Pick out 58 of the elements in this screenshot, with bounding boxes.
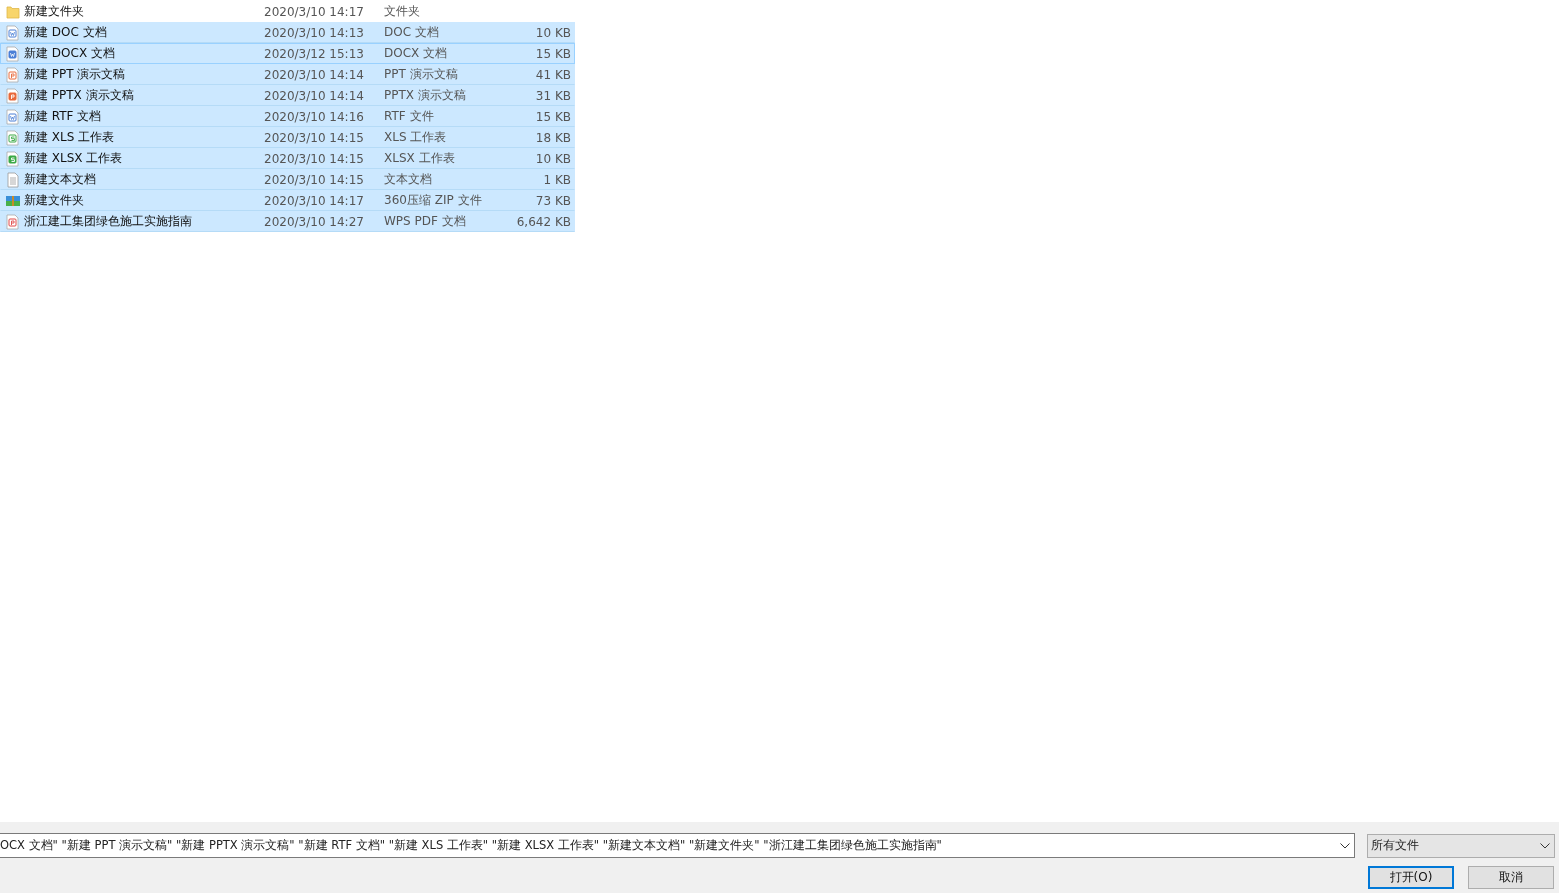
file-date: 2020/3/10 14:14 <box>264 88 365 103</box>
file-row[interactable]: 新建文件夹 2020/3/10 14:17 360压缩 ZIP 文件 73 KB <box>0 190 575 211</box>
file-date: 2020/3/10 14:17 <box>264 193 365 208</box>
file-row[interactable]: 新建 PPT 演示文稿 2020/3/10 14:14 PPT 演示文稿 41 KB <box>0 64 575 85</box>
file-row[interactable]: 新建 DOC 文档 2020/3/10 14:13 DOC 文档 10 KB <box>0 22 575 43</box>
file-row[interactable]: 新建 XLSX 工作表 2020/3/10 14:15 XLSX 工作表 10 KB <box>0 148 575 169</box>
file-row[interactable]: 新建 XLS 工作表 2020/3/10 14:15 XLS 工作表 18 KB <box>0 127 575 148</box>
file-name: 新建 XLSX 工作表 <box>24 150 124 167</box>
file-size: 1 KB <box>543 172 571 187</box>
file-type: DOC 文档 <box>384 24 440 41</box>
file-row[interactable]: 新建 RTF 文档 2020/3/10 14:16 RTF 文件 15 KB <box>0 106 575 127</box>
file-date: 2020/3/10 14:13 <box>264 25 365 40</box>
file-size: 15 KB <box>535 46 571 61</box>
file-type: 文本文档 <box>384 171 433 188</box>
file-name: 新建 PPTX 演示文稿 <box>24 87 135 104</box>
file-date: 2020/3/10 14:15 <box>264 151 365 166</box>
file-type: DOCX 文档 <box>384 45 449 62</box>
file-size: 41 KB <box>535 67 571 82</box>
file-type: RTF 文件 <box>384 108 435 125</box>
file-size: 18 KB <box>535 130 571 145</box>
file-size: 31 KB <box>535 88 571 103</box>
file-date: 2020/3/10 14:15 <box>264 130 365 145</box>
file-type: WPS PDF 文档 <box>384 213 467 230</box>
file-name: 新建 RTF 文档 <box>24 108 103 125</box>
file-size: 10 KB <box>535 151 571 166</box>
file-type: XLSX 工作表 <box>384 150 456 167</box>
file-date: 2020/3/10 14:15 <box>264 172 365 187</box>
file-date: 2020/3/10 14:27 <box>264 214 365 229</box>
file-name: 新建 DOC 文档 <box>24 24 108 41</box>
file-size: 15 KB <box>535 109 571 124</box>
file-date: 2020/3/10 14:16 <box>264 109 365 124</box>
file-size: 73 KB <box>535 193 571 208</box>
file-name: 新建 PPT 演示文稿 <box>24 66 127 83</box>
open-button[interactable]: 打开(O) <box>1368 866 1454 889</box>
file-size: 10 KB <box>535 25 571 40</box>
file-name: 新建 DOCX 文档 <box>24 45 116 62</box>
file-date: 2020/3/12 15:13 <box>264 46 365 61</box>
file-name: 浙江建工集团绿色施工实施指南 <box>24 213 193 230</box>
file-row[interactable]: 新建文件夹 2020/3/10 14:17 文件夹 <box>0 1 575 22</box>
file-type: 文件夹 <box>384 3 421 20</box>
cancel-button[interactable]: 取消 <box>1468 866 1554 889</box>
file-row[interactable]: 新建 DOCX 文档 2020/3/12 15:13 DOCX 文档 15 KB <box>0 43 575 64</box>
file-name: 新建文件夹 <box>24 3 85 20</box>
file-type: 360压缩 ZIP 文件 <box>384 192 483 209</box>
file-type-dropdown[interactable]: 所有文件 <box>1367 833 1555 858</box>
file-date: 2020/3/10 14:14 <box>264 67 365 82</box>
file-row[interactable]: 新建文本文档 2020/3/10 14:15 文本文档 1 KB <box>0 169 575 190</box>
file-name-field[interactable]: OCX 文档" "新建 PPT 演示文稿" "新建 PPTX 演示文稿" "新建 RTF 文档" "新建 XLS 工作表" "新建 XLSX 工作表" "新建文本文档" "新建文件夹" "浙江建工集团绿色施工实施指南" <box>0 833 1355 858</box>
file-type: PPT 演示文稿 <box>384 66 459 83</box>
file-row[interactable]: 新建 PPTX 演示文稿 2020/3/10 14:14 PPTX 演示文稿 31 KB <box>0 85 575 106</box>
file-row[interactable]: 浙江建工集团绿色施工实施指南 2020/3/10 14:27 WPS PDF 文档 6,642 KB <box>0 211 575 232</box>
file-name: 新建 XLS 工作表 <box>24 129 116 146</box>
file-type: PPTX 演示文稿 <box>384 87 467 104</box>
file-type: XLS 工作表 <box>384 129 448 146</box>
file-name: 新建文件夹 <box>24 192 85 209</box>
file-size: 6,642 KB <box>516 214 571 229</box>
file-date: 2020/3/10 14:17 <box>264 4 365 19</box>
file-name: 新建文本文档 <box>24 171 97 188</box>
